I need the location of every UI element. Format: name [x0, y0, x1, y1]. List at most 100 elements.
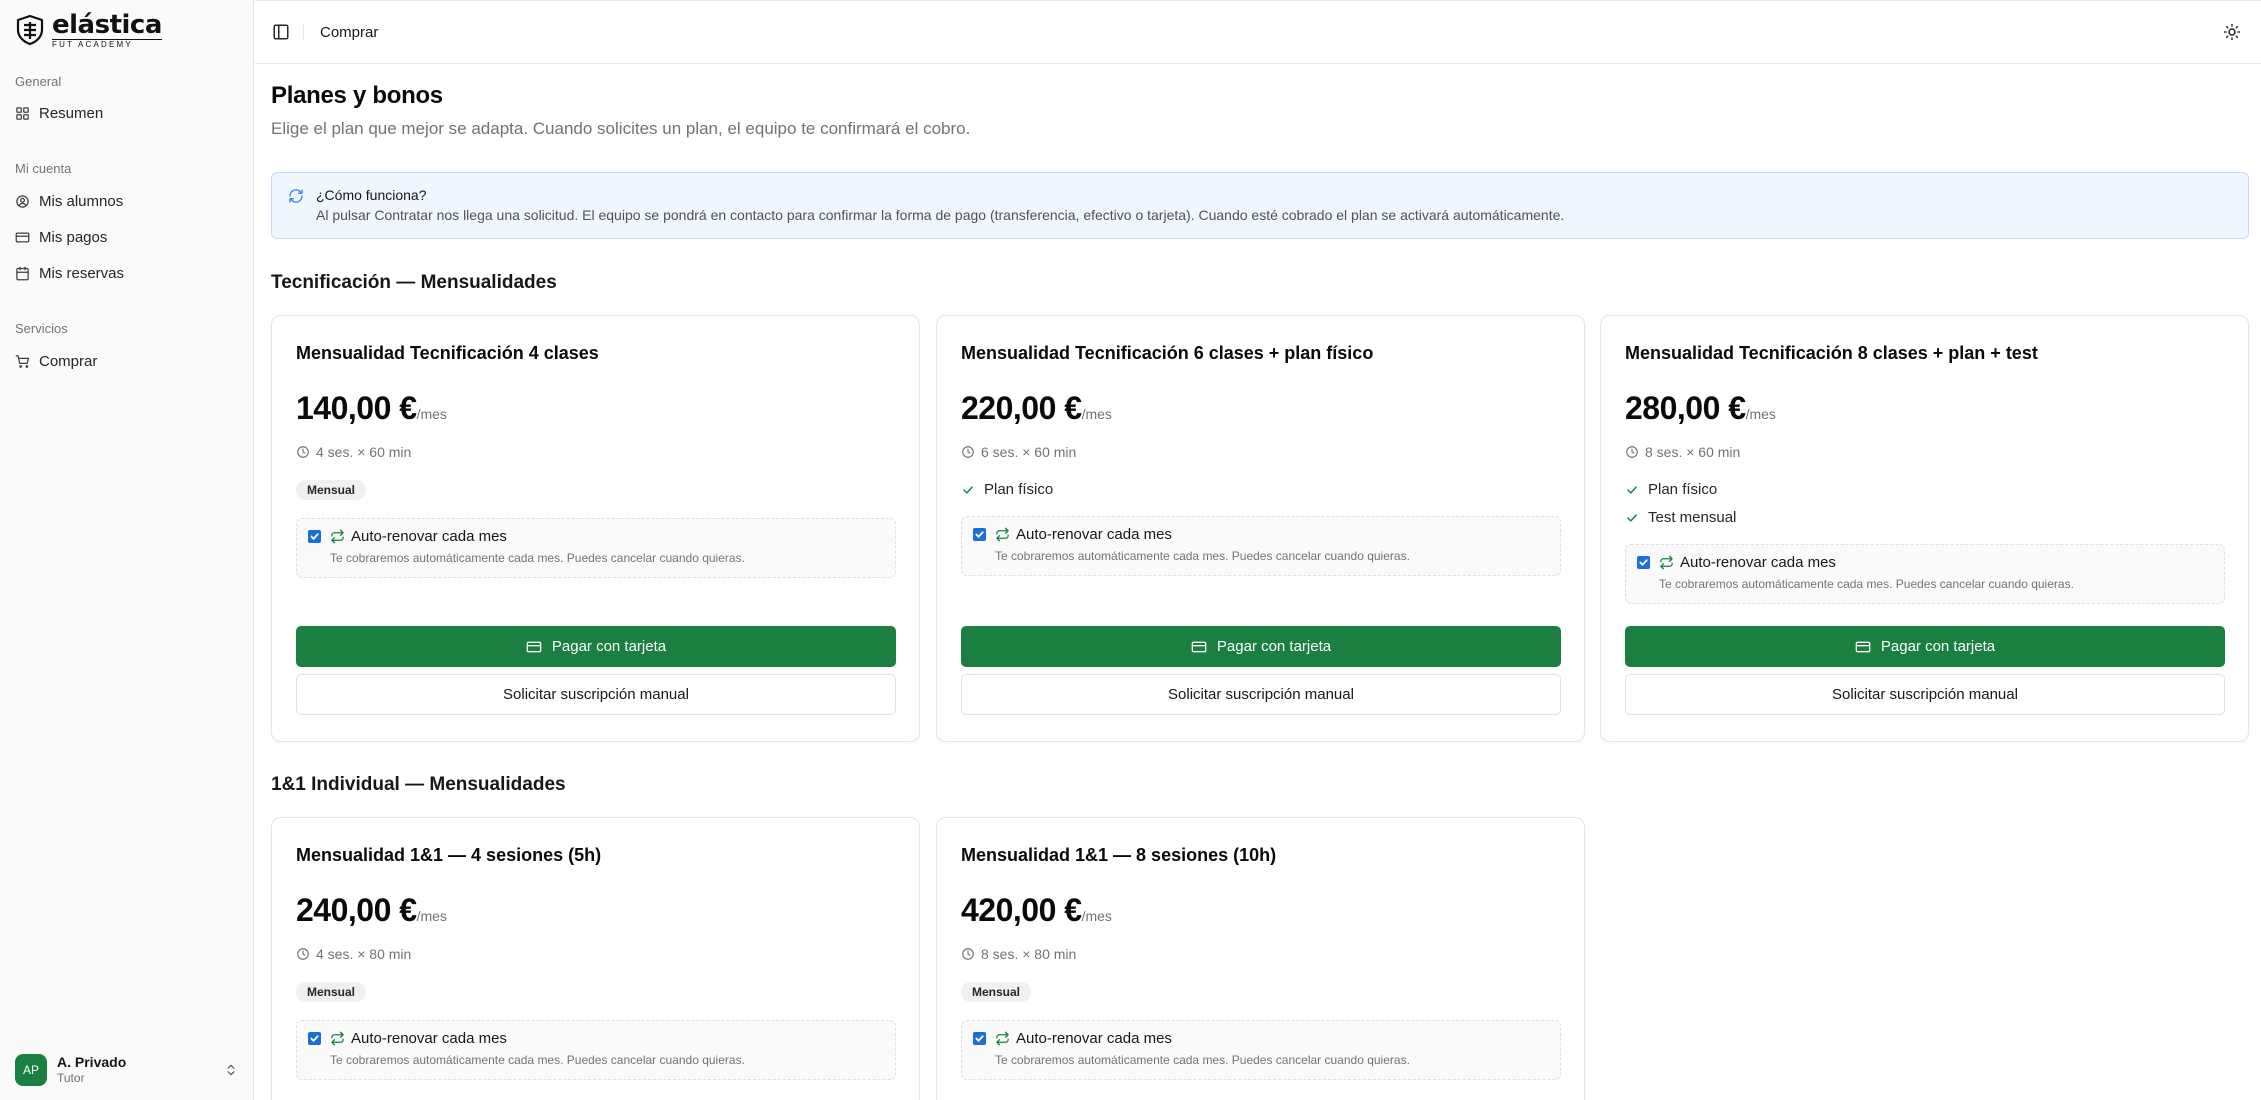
avatar: AP — [15, 1054, 47, 1086]
sidebar-item-label: Resumen — [39, 104, 104, 122]
repeat-icon — [996, 1031, 1009, 1046]
plan-card: Mensualidad Tecnificación 8 clases + pla… — [1600, 315, 2249, 742]
request-manual-button[interactable]: Solicitar suscripción manual — [296, 674, 896, 715]
plan-price: 420,00 €/mes — [961, 892, 1112, 929]
clock-icon — [1626, 446, 1638, 458]
info-text: Al pulsar Contratar nos llega una solici… — [316, 207, 1565, 223]
credit-card-icon — [1191, 641, 1207, 652]
user-menu[interactable]: AP A. Privado Tutor — [8, 1050, 246, 1090]
nav-group-mi-cuenta: Mi cuenta — [15, 161, 72, 176]
sidebar-toggle-icon[interactable] — [272, 23, 290, 41]
section-title-tecnificacion: Tecnificación — Mensualidades — [271, 272, 557, 293]
refresh-icon — [289, 189, 303, 203]
request-manual-button[interactable]: Solicitar suscripción manual — [961, 674, 1561, 715]
credit-card-icon — [526, 641, 542, 652]
auto-renew-option[interactable]: Auto-renovar cada mes Te cobraremos auto… — [1625, 544, 2225, 604]
plan-duration: 8 ses. × 60 min — [1625, 444, 1740, 460]
plan-name: Mensualidad 1&1 — 8 sesiones (10h) — [961, 845, 1277, 865]
pay-card-button[interactable]: Pagar con tarjeta — [961, 626, 1561, 667]
credit-card-icon — [15, 232, 30, 242]
plan-price: 280,00 €/mes — [1625, 390, 1776, 427]
auto-renew-label: Auto-renovar cada mes — [1016, 1030, 1172, 1047]
price-unit: /mes — [1081, 406, 1112, 422]
auto-renew-checkbox[interactable] — [973, 1032, 986, 1045]
sidebar: elástica FUT ACADEMY General Resumen Mi … — [0, 0, 254, 1100]
plan-duration: 6 ses. × 60 min — [961, 444, 1076, 460]
sidebar-item-mis-pagos[interactable]: Mis pagos — [8, 221, 246, 253]
auto-renew-option[interactable]: Auto-renovar cada mes Te cobraremos auto… — [296, 518, 896, 578]
plan-badge: Mensual — [296, 982, 367, 1002]
brand-subtitle: FUT ACADEMY — [52, 38, 162, 49]
pay-button-label: Pagar con tarjeta — [1880, 638, 1996, 655]
feature-label: Test mensual — [1648, 509, 1737, 526]
sidebar-item-comprar[interactable]: Comprar — [8, 345, 246, 377]
plan-badge: Mensual — [296, 480, 367, 500]
section-title-individual: 1&1 Individual — Mensualidades — [271, 774, 566, 795]
check-icon — [310, 533, 319, 540]
repeat-icon — [1660, 555, 1673, 570]
auto-renew-checkbox[interactable] — [308, 1032, 321, 1045]
cart-icon — [15, 354, 30, 368]
duration-text: 8 ses. × 80 min — [981, 946, 1077, 962]
brand-name: elástica — [52, 9, 162, 40]
auto-renew-option[interactable]: Auto-renovar cada mes Te cobraremos auto… — [296, 1020, 896, 1080]
feature-label: Plan físico — [984, 481, 1054, 498]
pay-card-button[interactable]: Pagar con tarjeta — [296, 626, 896, 667]
auto-renew-label: Auto-renovar cada mes — [1016, 526, 1172, 543]
pay-card-button[interactable]: Pagar con tarjeta — [1625, 626, 2225, 667]
price-value: 140,00 € — [296, 390, 417, 426]
feature-label: Plan físico — [1648, 481, 1718, 498]
page-subtitle: Elige el plan que mejor se adapta. Cuand… — [271, 119, 971, 138]
plan-name: Mensualidad 1&1 — 4 sesiones (5h) — [296, 845, 602, 865]
plan-duration: 4 ses. × 80 min — [296, 946, 411, 962]
check-icon — [1639, 559, 1648, 566]
auto-renew-checkbox[interactable] — [1637, 556, 1650, 569]
sun-icon[interactable] — [2223, 23, 2241, 41]
auto-renew-label: Auto-renovar cada mes — [351, 1030, 507, 1047]
sidebar-item-resumen[interactable]: Resumen — [8, 97, 246, 129]
sidebar-item-mis-alumnos[interactable]: Mis alumnos — [8, 185, 246, 217]
info-banner: ¿Cómo funciona? Al pulsar Contratar nos … — [271, 172, 2249, 239]
auto-renew-option[interactable]: Auto-renovar cada mes Te cobraremos auto… — [961, 1020, 1561, 1080]
auto-renew-checkbox[interactable] — [308, 530, 321, 543]
info-title: ¿Cómo funciona? — [316, 187, 427, 203]
price-unit: /mes — [416, 406, 447, 422]
check-icon — [975, 531, 984, 538]
plan-feature: Plan físico — [961, 481, 1053, 498]
plan-duration: 8 ses. × 80 min — [961, 946, 1076, 962]
page-title: Planes y bonos — [271, 82, 443, 109]
auto-renew-help: Te cobraremos automáticamente cada mes. … — [995, 549, 1410, 563]
pay-button-label: Pagar con tarjeta — [1216, 638, 1332, 655]
check-icon — [1627, 513, 1637, 522]
request-manual-button[interactable]: Solicitar suscripción manual — [1625, 674, 2225, 715]
brand-logo[interactable]: elástica FUT ACADEMY — [14, 9, 162, 49]
plan-card: Mensualidad Tecnificación 4 clases 140,0… — [271, 315, 920, 742]
sidebar-item-mis-reservas[interactable]: Mis reservas — [8, 257, 246, 289]
plan-duration: 4 ses. × 60 min — [296, 444, 411, 460]
clock-icon — [297, 948, 309, 960]
auto-renew-checkbox[interactable] — [973, 528, 986, 541]
plan-price: 220,00 €/mes — [961, 390, 1112, 427]
auto-renew-help: Te cobraremos automáticamente cada mes. … — [330, 551, 745, 565]
auto-renew-label: Auto-renovar cada mes — [351, 528, 507, 545]
repeat-icon — [331, 1031, 344, 1046]
chevrons-up-down-icon — [227, 1064, 235, 1076]
pay-button-label: Pagar con tarjeta — [551, 638, 667, 655]
plan-card: Mensualidad Tecnificación 6 clases + pla… — [936, 315, 1585, 742]
duration-text: 4 ses. × 60 min — [316, 444, 412, 460]
breadcrumb: Comprar — [320, 24, 379, 41]
grid-icon — [16, 106, 29, 120]
clock-icon — [962, 446, 974, 458]
sidebar-item-label: Comprar — [39, 352, 98, 370]
auto-renew-option[interactable]: Auto-renovar cada mes Te cobraremos auto… — [961, 516, 1561, 576]
users-icon — [16, 194, 29, 208]
price-unit: /mes — [1745, 406, 1776, 422]
sidebar-item-label: Mis pagos — [39, 228, 108, 246]
duration-text: 6 ses. × 60 min — [981, 444, 1077, 460]
plan-price: 240,00 €/mes — [296, 892, 447, 929]
header-divider — [303, 23, 304, 41]
plan-name: Mensualidad Tecnificación 6 clases + pla… — [961, 343, 1374, 363]
check-icon — [1627, 485, 1637, 494]
plan-feature: Plan físico — [1625, 481, 1717, 498]
user-role: Tutor — [57, 1071, 85, 1086]
